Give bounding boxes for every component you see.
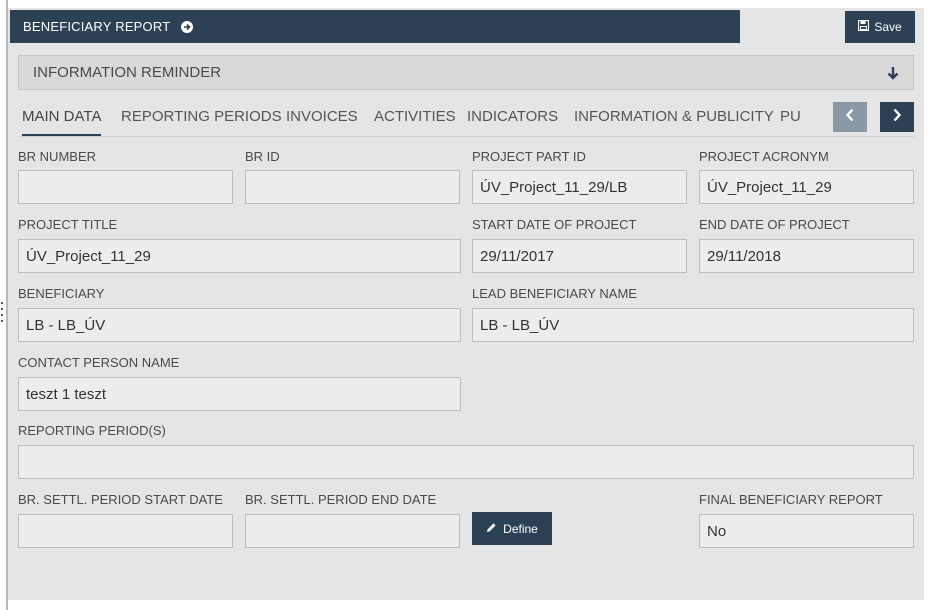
tab-indicators[interactable]: INDICATORS xyxy=(467,108,558,125)
save-label: Save xyxy=(874,20,902,34)
final-report-label: FINAL BENEFICIARY REPORT xyxy=(699,492,883,507)
pencil-icon xyxy=(486,522,497,536)
project-acronym-label: PROJECT ACRONYM xyxy=(699,149,829,164)
tab-reporting-periods[interactable]: REPORTING PERIODS xyxy=(121,108,282,125)
chevron-right-icon xyxy=(892,108,902,127)
reporting-periods-field[interactable] xyxy=(18,445,914,479)
settl-end-field[interactable] xyxy=(245,514,460,548)
tab-bar: MAIN DATA REPORTING PERIODS INVOICES ACT… xyxy=(18,100,914,137)
settl-start-field[interactable] xyxy=(18,514,233,548)
tab-main-data[interactable]: MAIN DATA xyxy=(22,108,102,136)
lead-beneficiary-field[interactable]: LB - LB_ÚV xyxy=(472,308,914,342)
define-label: Define xyxy=(503,521,538,536)
project-part-id-label: PROJECT PART ID xyxy=(472,149,586,164)
beneficiary-field[interactable]: LB - LB_ÚV xyxy=(18,308,461,342)
contact-person-label: CONTACT PERSON NAME xyxy=(18,355,180,370)
floppy-disk-icon xyxy=(858,19,870,34)
br-id-field[interactable] xyxy=(245,170,460,204)
project-title-field[interactable]: ÚV_Project_11_29 xyxy=(18,239,461,273)
lead-beneficiary-label: LEAD BENEFICIARY NAME xyxy=(472,286,637,301)
save-button[interactable]: Save xyxy=(845,11,915,43)
br-id-label: BR ID xyxy=(245,149,280,164)
tab-pu[interactable]: PU xyxy=(780,108,801,125)
br-number-label: BR NUMBER xyxy=(18,149,97,164)
information-reminder-toggle[interactable]: INFORMATION REMINDER xyxy=(18,55,914,90)
project-acronym-field[interactable]: ÚV_Project_11_29 xyxy=(699,170,914,204)
main-panel xyxy=(8,8,924,600)
reporting-periods-label: REPORTING PERIOD(S) xyxy=(18,423,166,438)
contact-person-field[interactable]: teszt 1 teszt xyxy=(18,377,461,411)
settl-end-label: BR. SETTL. PERIOD END DATE xyxy=(245,492,437,507)
tab-information-publicity[interactable]: INFORMATION & PUBLICITY xyxy=(574,108,774,125)
page-title: BENEFICIARY REPORT xyxy=(23,19,171,34)
final-report-field[interactable]: No xyxy=(699,514,914,548)
tab-activities[interactable]: ACTIVITIES xyxy=(374,108,456,125)
define-button[interactable]: Define xyxy=(472,512,552,545)
tab-scroll-left-button[interactable] xyxy=(833,102,867,132)
arrow-down-icon xyxy=(886,66,900,84)
tab-invoices[interactable]: INVOICES xyxy=(286,108,358,125)
information-reminder-label: INFORMATION REMINDER xyxy=(33,64,222,81)
start-date-field[interactable]: 29/11/2017 xyxy=(472,239,687,273)
settl-start-label: BR. SETTL. PERIOD START DATE xyxy=(18,492,223,507)
resize-handle[interactable] xyxy=(0,302,4,326)
tab-scroll-right-button[interactable] xyxy=(880,102,914,132)
header-bar: BENEFICIARY REPORT xyxy=(10,10,740,43)
project-part-id-field[interactable]: ÚV_Project_11_29/LB xyxy=(472,170,687,204)
end-date-field[interactable]: 29/11/2018 xyxy=(699,239,914,273)
chevron-left-icon xyxy=(845,108,855,127)
beneficiary-label: BENEFICIARY xyxy=(18,286,105,301)
project-title-label: PROJECT TITLE xyxy=(18,217,118,232)
arrow-circle-right-icon[interactable] xyxy=(181,20,194,33)
end-date-label: END DATE OF PROJECT xyxy=(699,217,850,232)
start-date-label: START DATE OF PROJECT xyxy=(472,217,637,232)
br-number-field[interactable] xyxy=(18,170,233,204)
